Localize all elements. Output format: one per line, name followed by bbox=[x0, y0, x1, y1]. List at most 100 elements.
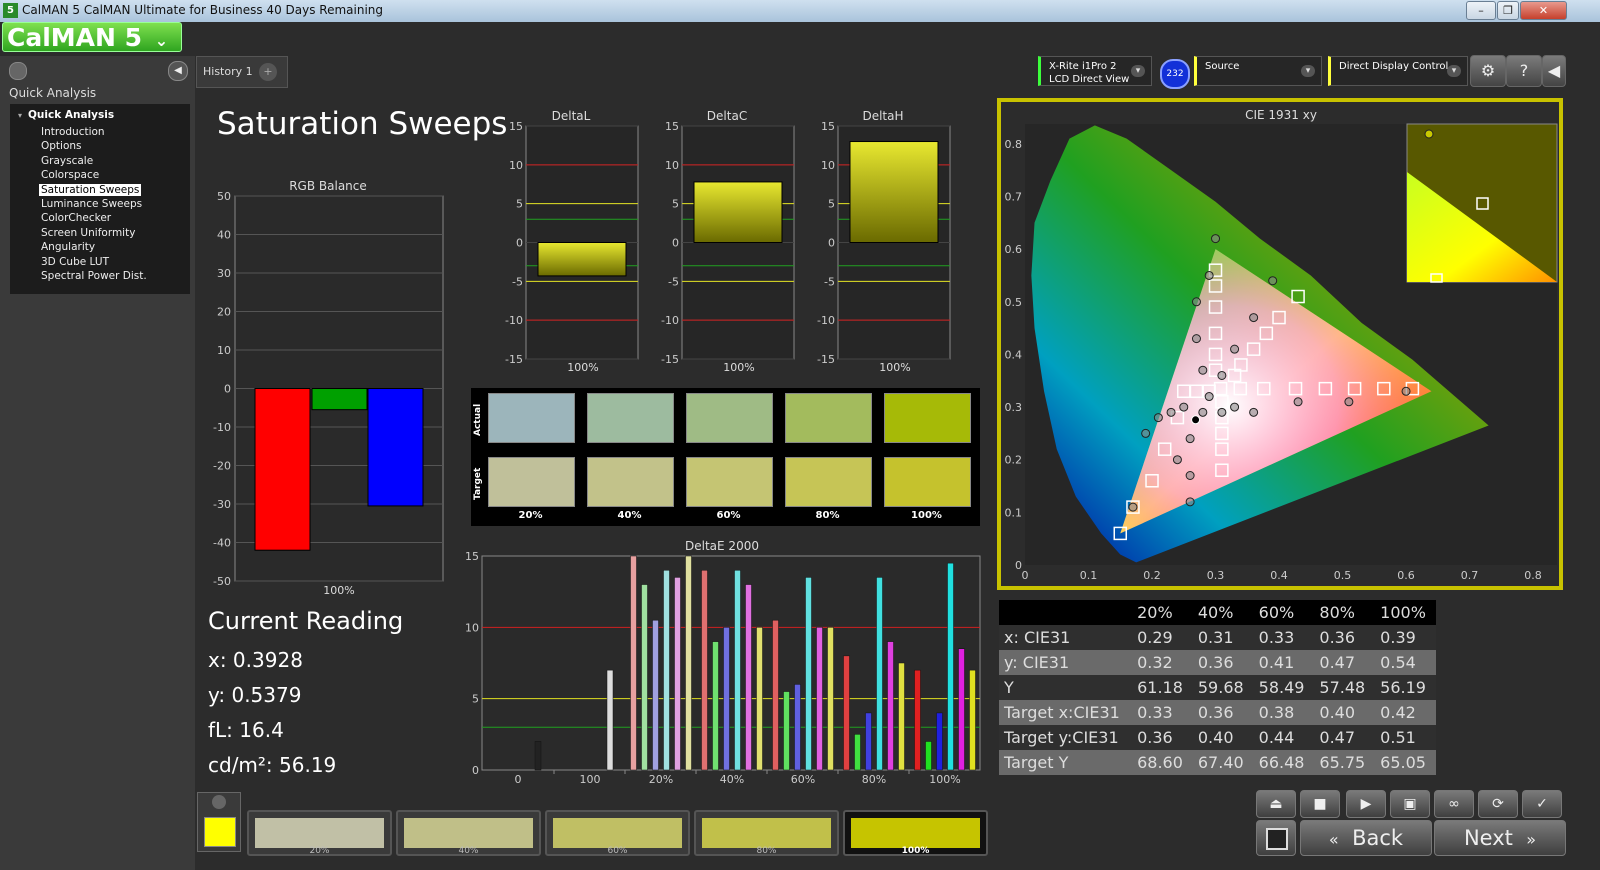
bottom-swatch bbox=[404, 818, 533, 848]
deltae-bar bbox=[898, 662, 905, 771]
delta-tick-label: 5 bbox=[516, 198, 523, 211]
back-label: Back bbox=[1352, 826, 1404, 850]
table-cell: Target y:CIE31 bbox=[1004, 728, 1119, 747]
deltae-bar bbox=[947, 562, 954, 771]
swatch-label: 60% bbox=[716, 510, 741, 521]
current-swatch-panel[interactable] bbox=[197, 792, 241, 852]
next-button[interactable]: Next » bbox=[1434, 820, 1566, 856]
cie-actual-point bbox=[1230, 344, 1240, 354]
delta-tick-label: 15 bbox=[509, 120, 523, 133]
sidebar-collapse-icon[interactable]: ◀ bbox=[168, 61, 188, 81]
deltae-bar bbox=[969, 669, 976, 771]
bottom-swatch-button[interactable]: 20% bbox=[247, 810, 392, 856]
bottom-swatch-button[interactable]: 60% bbox=[545, 810, 690, 856]
delta-category-label: 100% bbox=[723, 361, 754, 374]
delta-bar bbox=[849, 141, 939, 243]
target-swatch bbox=[884, 457, 971, 507]
swatch-label: 100% bbox=[911, 510, 942, 521]
delta-tick-label: -5 bbox=[824, 275, 835, 288]
deltae-bar bbox=[925, 741, 932, 771]
cie-actual-point bbox=[1191, 297, 1201, 307]
cie-x-tick: 0.2 bbox=[1143, 569, 1161, 582]
calman-logo-menu[interactable]: CalMAN 5 ⌄ bbox=[2, 22, 182, 52]
help-button[interactable]: ? bbox=[1506, 55, 1542, 87]
table-cell: 59.68 bbox=[1197, 678, 1244, 697]
source-selector[interactable]: Source ▾ bbox=[1194, 56, 1322, 86]
bottom-swatch-button[interactable]: 100% bbox=[843, 810, 988, 856]
delta-chart-2: DeltaH 15 10 5 0 -5 -10 -15 100% bbox=[817, 109, 951, 374]
play-button[interactable]: ▶ bbox=[1346, 790, 1386, 818]
maximize-button[interactable]: ❐ bbox=[1497, 1, 1519, 20]
delta-charts: DeltaL 15 10 5 0 -5 -10 -15 100% DeltaC 15 10 5 0 -5 -1… bbox=[505, 109, 951, 374]
chevron-down-icon: ▾ bbox=[1447, 65, 1461, 77]
deltae-bar bbox=[641, 584, 648, 771]
panel-collapse-button[interactable]: ◀ bbox=[1542, 55, 1566, 87]
deltae-plot-area bbox=[481, 555, 981, 771]
cie-actual-point bbox=[1249, 407, 1259, 417]
sidebar-item[interactable]: ColorChecker bbox=[41, 212, 111, 224]
minimize-button[interactable]: – bbox=[1466, 1, 1496, 20]
add-tab-button[interactable]: + bbox=[259, 63, 277, 81]
check-button[interactable]: ✓ bbox=[1522, 790, 1562, 818]
stop-button[interactable]: ■ bbox=[1300, 790, 1340, 818]
cie-actual-point bbox=[1217, 407, 1227, 417]
rgb-bar-red bbox=[254, 388, 311, 551]
eject-button[interactable]: ⏏ bbox=[1256, 790, 1296, 818]
sidebar-item[interactable]: Grayscale bbox=[41, 155, 93, 167]
delta-tick-label: -15 bbox=[505, 353, 523, 366]
reading-fl: fL: 16.4 bbox=[208, 718, 284, 742]
tab-history-label: History 1 bbox=[203, 65, 253, 78]
deltae-bar bbox=[685, 555, 692, 771]
table-cell: Target x:CIE31 bbox=[1004, 703, 1120, 722]
sidebar-item[interactable]: Luminance Sweeps bbox=[41, 198, 142, 210]
table-row: Target x:CIE31 0.33 0.36 0.38 0.40 0.42 bbox=[999, 700, 1436, 725]
eject-icon bbox=[212, 795, 226, 809]
sidebar-item[interactable]: Spectral Power Dist. bbox=[41, 270, 147, 282]
table-row: Target y:CIE31 0.36 0.40 0.44 0.47 0.51 bbox=[999, 725, 1436, 750]
table-cell: Y bbox=[1004, 678, 1014, 697]
page-title: Saturation Sweeps bbox=[217, 106, 508, 142]
rgb-tick-label: 0 bbox=[224, 383, 231, 396]
sidebar-item[interactable]: Introduction bbox=[41, 126, 105, 138]
table-cell: 0.51 bbox=[1380, 728, 1416, 747]
display-selector[interactable]: Direct Display Control ▾ bbox=[1328, 56, 1468, 86]
sidebar-item[interactable]: Colorspace bbox=[41, 169, 99, 181]
measure-button[interactable]: ▣ bbox=[1390, 790, 1430, 818]
bottom-swatch-button[interactable]: 80% bbox=[694, 810, 839, 856]
sidebar-item[interactable]: 3D Cube LUT bbox=[41, 256, 109, 268]
deltae-x-tick: 0 bbox=[515, 773, 522, 786]
target-swatch bbox=[587, 457, 674, 507]
deltae-bar bbox=[876, 577, 883, 771]
sidebar-item[interactable]: Angularity bbox=[41, 241, 95, 253]
delta-tick-label: 10 bbox=[509, 159, 523, 172]
table-cell: 0.40 bbox=[1197, 728, 1234, 747]
record-button[interactable] bbox=[1256, 820, 1296, 856]
table-row: x: CIE31 0.29 0.31 0.33 0.36 0.39 bbox=[999, 625, 1436, 650]
sidebar-item[interactable]: Saturation Sweeps bbox=[39, 183, 142, 196]
tree-expand-icon[interactable]: ▾ bbox=[18, 111, 22, 120]
close-button[interactable]: ✕ bbox=[1520, 1, 1567, 20]
continuous-button[interactable]: ∞ bbox=[1434, 790, 1474, 818]
refresh-button[interactable]: ⟳ bbox=[1478, 790, 1518, 818]
delta-bar bbox=[693, 181, 783, 243]
deltae-bar bbox=[772, 619, 779, 771]
bottom-swatch-button[interactable]: 40% bbox=[396, 810, 541, 856]
tab-history-1[interactable]: History 1 + bbox=[196, 56, 288, 88]
sidebar-pin-icon[interactable] bbox=[9, 62, 27, 80]
back-button[interactable]: « Back bbox=[1300, 820, 1432, 856]
deltae-tick-label: 15 bbox=[465, 550, 479, 563]
meter-selector[interactable]: X-Rite i1Pro 2 LCD Direct View ▾ bbox=[1038, 56, 1152, 86]
delta-tick-label: 0 bbox=[516, 237, 523, 250]
cie-actual-point bbox=[1166, 407, 1176, 417]
settings-button[interactable]: ⚙ bbox=[1470, 55, 1506, 87]
cie-actual-point bbox=[1204, 270, 1214, 280]
meter-badge[interactable]: 232 bbox=[1160, 59, 1190, 89]
delta-tick-label: 5 bbox=[828, 198, 835, 211]
sidebar-group-label[interactable]: Quick Analysis bbox=[28, 109, 114, 121]
rgb-tick-label: -30 bbox=[213, 498, 231, 511]
sidebar-item[interactable]: Options bbox=[41, 140, 82, 152]
deltae-bar bbox=[854, 734, 861, 771]
sidebar-item[interactable]: Screen Uniformity bbox=[41, 227, 135, 239]
table-cell: 0.39 bbox=[1380, 628, 1416, 647]
back-arrow-icon: « bbox=[1328, 830, 1339, 849]
